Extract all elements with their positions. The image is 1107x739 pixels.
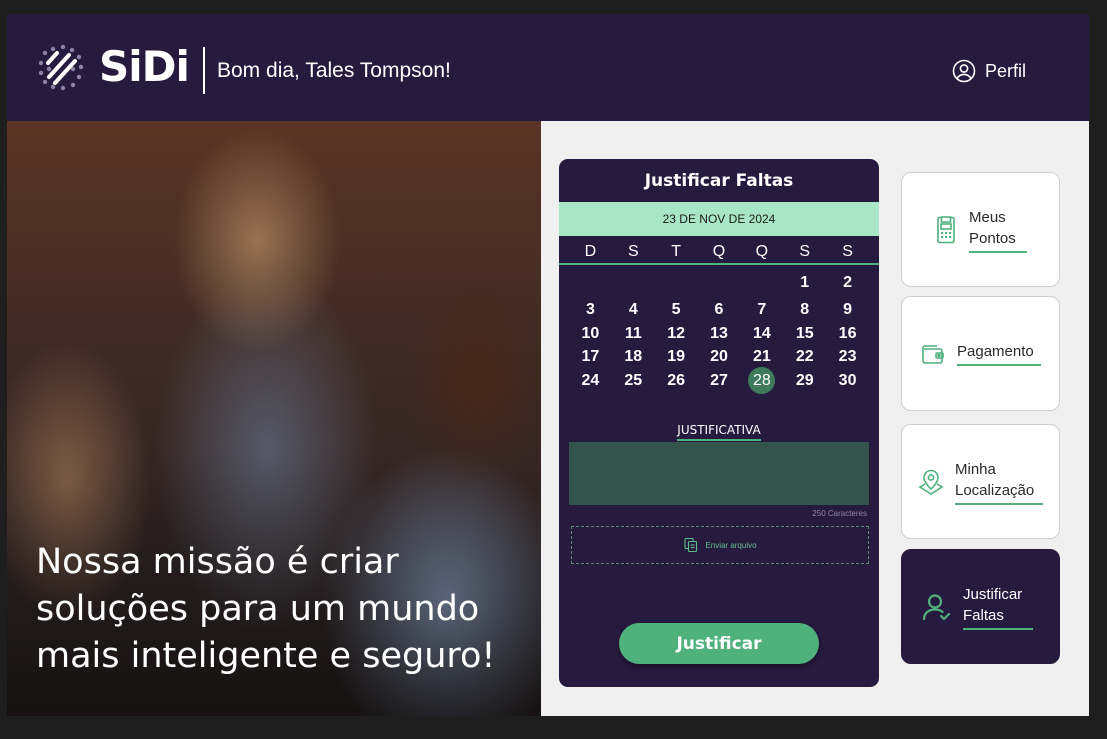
user-circle-icon xyxy=(952,59,976,83)
brand-name: SiDi xyxy=(99,42,190,91)
menu-pagamento-label: Pagamento xyxy=(957,341,1041,366)
menu-meus-pontos-line2: Pontos xyxy=(969,228,1027,253)
weekday: Q xyxy=(712,243,726,260)
weekday: T xyxy=(671,243,682,260)
calendar-day[interactable]: 9 xyxy=(826,298,869,321)
menu-minha-localizacao[interactable]: Minha Localização xyxy=(901,424,1060,539)
mission-text: Nossa missão é criar soluções para um mu… xyxy=(36,542,496,676)
calendar: D S T Q Q S S 1 2 3 4 5 6 7 8 9 10 11 12 13 14 15 16 17 1… xyxy=(559,241,879,395)
menu-meus-pontos-line1: Meus xyxy=(969,208,1006,226)
calendar-day[interactable]: 19 xyxy=(655,345,698,368)
calendar-day-selected[interactable]: 28 xyxy=(740,366,783,395)
weekday: S xyxy=(627,243,639,260)
selected-date-bar[interactable]: 23 DE NOV DE 2024 xyxy=(559,202,879,236)
calendar-day[interactable]: 14 xyxy=(740,322,783,345)
calendar-day[interactable]: 4 xyxy=(612,298,655,321)
calendar-empty-cell xyxy=(612,271,655,294)
weekday: D xyxy=(584,243,597,260)
calendar-empty-cell xyxy=(569,271,612,294)
calendar-day[interactable]: 13 xyxy=(698,322,741,345)
calendar-day[interactable]: 16 xyxy=(826,322,869,345)
calendar-day[interactable]: 29 xyxy=(783,369,826,392)
menu-pagamento-line1: Pagamento xyxy=(957,341,1041,366)
calendar-day[interactable]: 30 xyxy=(826,369,869,392)
calendar-day[interactable]: 8 xyxy=(783,298,826,321)
justification-label: JUSTIFICATIVA xyxy=(677,423,761,441)
menu-pagamento[interactable]: Pagamento xyxy=(901,296,1060,411)
profile-button[interactable]: Perfil xyxy=(952,58,1026,84)
menu-localizacao-line2: Localização xyxy=(955,480,1043,505)
brand-logo[interactable]: SiDi xyxy=(35,41,190,93)
menu-meus-pontos[interactable]: Meus Pontos xyxy=(901,172,1060,287)
hero-image: Nossa missão é criar soluções para um mu… xyxy=(7,121,541,716)
char-counter: 250 Caracteres xyxy=(812,509,867,518)
card-title: Justificar Faltas xyxy=(644,171,794,191)
calendar-day[interactable]: 18 xyxy=(612,345,655,368)
menu-justificar-line2: Faltas xyxy=(963,605,1033,630)
weekday: S xyxy=(799,243,811,260)
map-pin-icon xyxy=(918,469,944,495)
calendar-days: 1 2 3 4 5 6 7 8 9 10 11 12 13 14 15 16 17 18 19 20 21 22 23 24 2… xyxy=(569,271,869,395)
menu-justificar-line1: Justificar xyxy=(963,585,1023,603)
calendar-day[interactable]: 3 xyxy=(569,298,612,321)
calendar-day[interactable]: 24 xyxy=(569,369,612,392)
menu-localizacao-label: Minha Localização xyxy=(955,459,1043,505)
calendar-day[interactable]: 15 xyxy=(783,322,826,345)
calendar-day[interactable]: 5 xyxy=(655,298,698,321)
weekday: Q xyxy=(755,243,769,260)
header-divider xyxy=(203,47,205,94)
calendar-day[interactable]: 10 xyxy=(569,322,612,345)
upload-label: Enviar arquivo xyxy=(705,540,757,550)
app-window: SiDi Bom dia, Tales Tompson! Perfil Noss… xyxy=(7,14,1089,716)
menu-justificar-label: Justificar Faltas xyxy=(963,584,1033,630)
upload-file-button[interactable]: Enviar arquivo xyxy=(571,526,869,564)
menu-justificar-faltas[interactable]: Justificar Faltas xyxy=(901,549,1060,664)
weekday: S xyxy=(842,243,853,260)
justification-input[interactable] xyxy=(569,442,869,505)
calendar-empty-cell xyxy=(698,271,741,294)
calendar-day[interactable]: 6 xyxy=(698,298,741,321)
calendar-day[interactable]: 17 xyxy=(569,345,612,368)
justify-absence-card: Justificar Faltas 23 DE NOV DE 2024 D S … xyxy=(559,159,879,687)
calendar-day[interactable]: 1 xyxy=(783,271,826,294)
calendar-day[interactable]: 20 xyxy=(698,345,741,368)
calendar-day[interactable]: 11 xyxy=(612,322,655,345)
upload-file-icon xyxy=(684,537,698,553)
calendar-day[interactable]: 26 xyxy=(655,369,698,392)
calendar-day[interactable]: 25 xyxy=(612,369,655,392)
calendar-day[interactable]: 22 xyxy=(783,345,826,368)
profile-label: Perfil xyxy=(985,61,1027,81)
greeting-text: Bom dia, Tales Tompson! xyxy=(217,59,451,82)
sidi-logo-icon xyxy=(38,44,84,91)
calendar-day[interactable]: 21 xyxy=(740,345,783,368)
user-icon xyxy=(922,593,951,621)
calendar-day[interactable]: 12 xyxy=(655,322,698,345)
menu-localizacao-line1: Minha xyxy=(955,460,996,478)
calendar-day[interactable]: 7 xyxy=(740,298,783,321)
calendar-day[interactable]: 23 xyxy=(826,345,869,368)
wallet-icon xyxy=(922,344,944,364)
calendar-day[interactable]: 27 xyxy=(698,369,741,392)
menu-meus-pontos-label: Meus Pontos xyxy=(969,207,1027,253)
justify-submit-button[interactable]: Justificar xyxy=(619,623,819,664)
register-machine-icon xyxy=(937,215,955,243)
top-header: SiDi Bom dia, Tales Tompson! Perfil xyxy=(7,14,1089,121)
calendar-empty-cell xyxy=(740,271,783,294)
justification-heading: JUSTIFICATIVA xyxy=(559,421,879,441)
calendar-day[interactable]: 2 xyxy=(826,271,869,294)
calendar-weekdays: D S T Q Q S S xyxy=(559,241,879,265)
calendar-empty-cell xyxy=(655,271,698,294)
